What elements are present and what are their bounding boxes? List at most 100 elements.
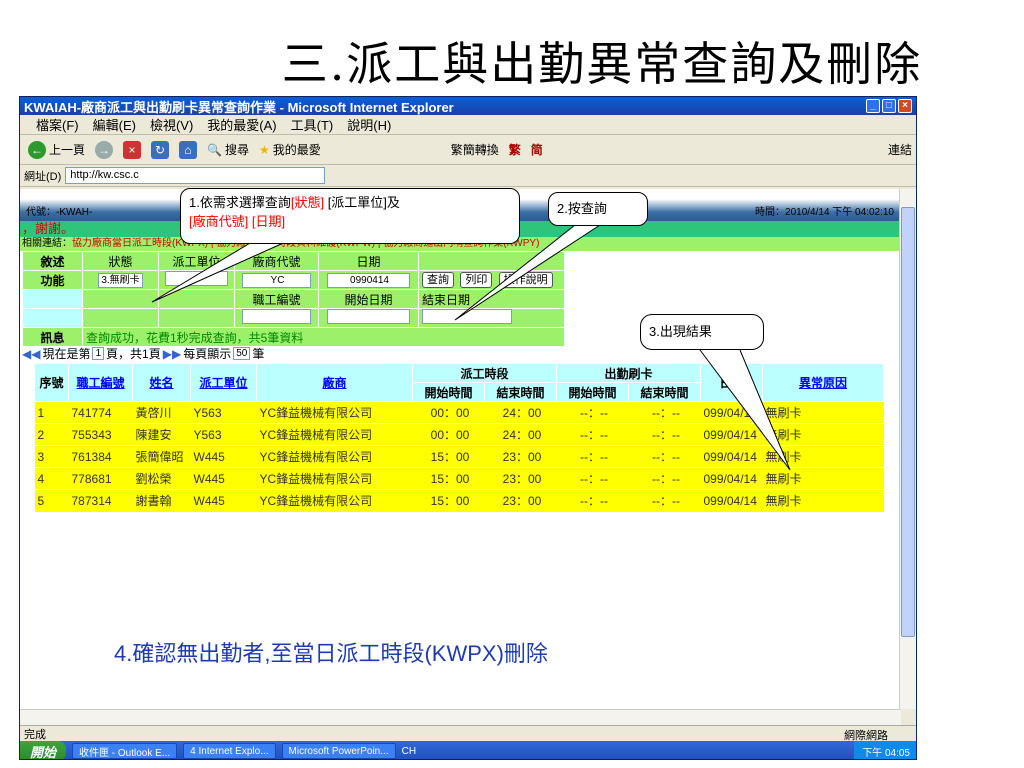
cell-seq: 5 <box>34 489 69 512</box>
form-blank <box>158 308 235 328</box>
cell-seq: 1 <box>34 401 69 424</box>
ime-indicator[interactable]: CH <box>402 746 416 757</box>
star-icon: ★ <box>258 142 270 157</box>
query-button[interactable]: 查詢 <box>422 272 454 288</box>
back-button[interactable]: ← 上一頁 <box>28 140 86 159</box>
minimize-icon[interactable]: _ <box>866 99 880 113</box>
task-outlook[interactable]: 收件匣 - Outlook E... <box>72 743 178 759</box>
status-select[interactable]: 3.無刷卡 <box>98 273 143 288</box>
convert-button[interactable]: 繁簡轉換 <box>451 141 499 158</box>
address-input[interactable]: http://kw.csc.c <box>65 167 326 184</box>
menu-help[interactable]: 說明(H) <box>347 115 391 134</box>
col-unit[interactable]: 派工單位 <box>190 363 257 402</box>
refresh-icon[interactable]: ↻ <box>151 140 170 159</box>
col-name[interactable]: 姓名 <box>132 363 191 402</box>
home-icon[interactable]: ⌂ <box>179 140 198 159</box>
trad-button[interactable]: 繁 <box>509 141 521 158</box>
back-label: 上一頁 <box>49 143 86 157</box>
cell-reason: 無刷卡 <box>762 423 884 446</box>
page-select[interactable]: 1 <box>92 347 105 360</box>
menubar: 檔案(F) 編輯(E) 檢視(V) 我的最愛(A) 工具(T) 說明(H) <box>20 115 916 135</box>
unit-input[interactable] <box>165 271 228 286</box>
cell-emp: 787314 <box>68 489 133 512</box>
stop-icon[interactable]: × <box>123 140 142 159</box>
cell-attend-end: --：-- <box>628 467 701 490</box>
end-date-input[interactable] <box>422 309 512 324</box>
col-period-end: 結束時間 <box>484 382 557 402</box>
menu-tools[interactable]: 工具(T) <box>291 115 334 134</box>
date-input[interactable]: 0990414 <box>326 273 411 288</box>
col-emp[interactable]: 職工編號 <box>68 363 133 402</box>
cell-period-start: 00：00 <box>412 423 485 446</box>
table-row: 1 741774 黃啓川 Y563 YC鋒益機械有限公司 00：00 24：00… <box>34 401 884 424</box>
address-label: 網址(D) <box>24 170 62 183</box>
horizontal-scrollbar[interactable] <box>20 709 901 725</box>
help-button[interactable]: 操作說明 <box>498 272 553 288</box>
scroll-thumb[interactable] <box>901 207 915 637</box>
cell-emp: 741774 <box>68 401 133 424</box>
simp-button[interactable]: 简 <box>531 141 543 158</box>
col-attend: 出勤刷卡 <box>556 363 701 383</box>
form-blank <box>158 289 235 309</box>
form-empty-cell <box>418 251 565 271</box>
code-label: 代號：-KWAH- <box>26 206 93 218</box>
forward-icon[interactable]: → <box>95 140 114 159</box>
start-button[interactable]: 開始 <box>20 741 67 759</box>
cell-reason: 無刷卡 <box>762 401 884 424</box>
print-button[interactable]: 列印 <box>460 272 493 288</box>
last-page-icon[interactable]: ▶▶ <box>163 347 181 361</box>
emp-input[interactable] <box>241 309 312 324</box>
cell-period-start: 00：00 <box>412 401 485 424</box>
cell-period-end: 23：00 <box>484 445 557 468</box>
cell-attend-end: --：-- <box>628 489 701 512</box>
menu-file[interactable]: 檔案(F) <box>36 115 79 134</box>
vertical-scrollbar[interactable] <box>899 189 916 709</box>
form-end-label: 結束日期 <box>418 289 565 309</box>
table-row: 2 755343 陳建安 Y563 YC鋒益機械有限公司 00：00 24：00… <box>34 423 884 446</box>
task-powerpoint[interactable]: Microsoft PowerPoin... <box>281 743 396 759</box>
cell-period-start: 15：00 <box>412 445 485 468</box>
callout-3-text: 3.出現結果 <box>649 324 712 339</box>
task-ie[interactable]: 4 Internet Explo... <box>183 743 276 759</box>
menu-favorites[interactable]: 我的最愛(A) <box>207 115 276 134</box>
form-blank <box>82 289 159 309</box>
cell-seq: 4 <box>34 467 69 490</box>
clock: 下午 04:05 <box>854 741 916 759</box>
cell-unit: Y563 <box>190 423 257 446</box>
callout-2-text: 2.按查詢 <box>557 201 607 216</box>
slide-title: 三.派工與出勤異常查詢及刪除 <box>281 37 923 91</box>
favorites-button[interactable]: ★ 我的最愛 <box>259 141 321 158</box>
convert-label: 繁簡轉換 <box>450 143 499 157</box>
menu-edit[interactable]: 編輯(E) <box>93 115 136 134</box>
col-date: 日期 <box>700 363 763 402</box>
maximize-icon[interactable]: □ <box>882 99 896 113</box>
toolbar: ← 上一頁 → × ↻ ⌂ 🔍 搜尋 ★ 我的最愛 繁簡轉換 繁 简 連結 <box>20 135 916 165</box>
cell-date: 099/04/14 <box>700 423 763 446</box>
search-button[interactable]: 🔍 搜尋 <box>207 141 249 158</box>
cell-attend-end: --：-- <box>628 445 701 468</box>
pager-per-pre: 每頁顯示 <box>183 347 232 361</box>
cell-attend-start: --：-- <box>556 467 629 490</box>
col-vendor[interactable]: 廠商 <box>256 363 413 402</box>
close-icon[interactable]: × <box>898 99 912 113</box>
cell-date: 099/04/14 <box>700 401 763 424</box>
connect-button[interactable]: 連結 <box>888 141 912 158</box>
per-page-input[interactable]: 50 <box>233 347 251 360</box>
cell-unit: W445 <box>190 489 257 512</box>
pager-per-post: 筆 <box>252 347 265 361</box>
first-page-icon[interactable]: ◀◀ <box>22 347 40 361</box>
form-vendor-label: 廠商代號 <box>234 251 319 271</box>
cell-vendor: YC鋒益機械有限公司 <box>256 489 413 512</box>
col-reason[interactable]: 異常原因 <box>762 363 884 402</box>
msg-text: 查詢成功，花費1秒完成查詢，共5筆資料 <box>82 327 565 347</box>
form-unit-label: 派工單位 <box>158 251 235 271</box>
form-desc-label: 敘述 <box>22 251 83 271</box>
search-label: 搜尋 <box>224 143 249 157</box>
start-date-input[interactable] <box>326 309 411 324</box>
status-text: 完成 <box>24 728 46 741</box>
cell-name: 張簡偉昭 <box>132 445 191 468</box>
menu-view[interactable]: 檢視(V) <box>150 115 193 134</box>
favorites-label: 我的最愛 <box>272 143 321 157</box>
vendor-input[interactable]: YC <box>241 273 312 288</box>
callout-1-text-c: [派工單位]及 <box>324 195 400 210</box>
